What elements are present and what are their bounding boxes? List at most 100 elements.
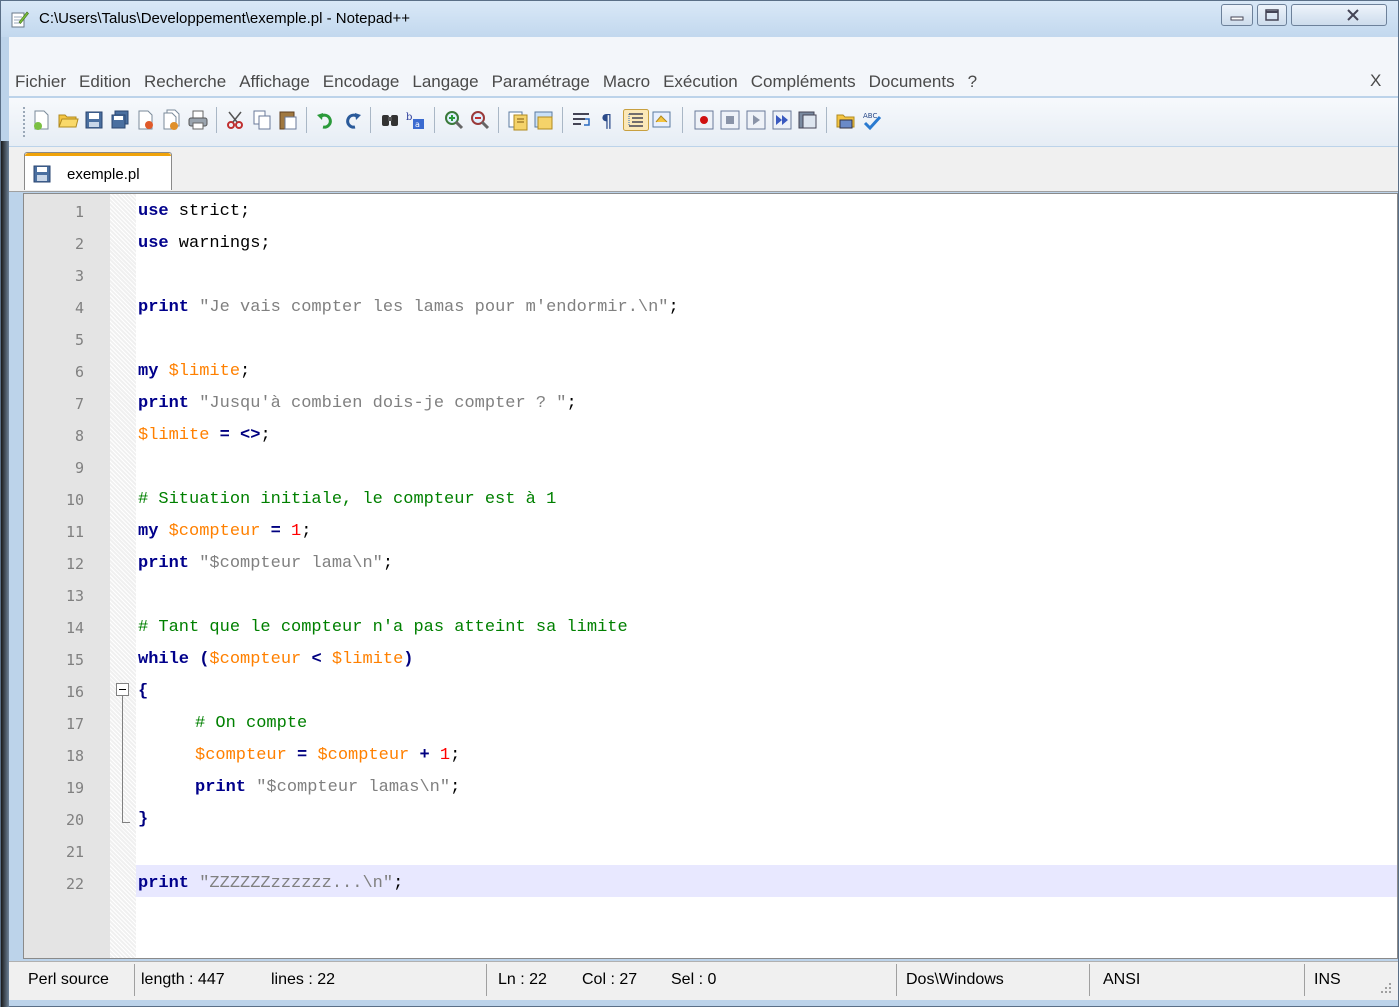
function-list-icon[interactable] [835,109,857,131]
find-icon[interactable] [379,109,401,131]
minimize-button[interactable] [1221,4,1253,26]
menu-affichage[interactable]: Affichage [233,72,317,92]
status-separator [486,964,487,996]
code-line: 4 print "Je vais compter les lamas pour m… [24,293,1397,325]
status-sel: Sel : 0 [671,971,717,988]
status-separator [896,964,897,996]
menu-encodage[interactable]: Encodage [317,72,407,92]
resize-grip-icon[interactable] [1379,981,1393,995]
indent-guide-icon[interactable] [623,109,649,131]
save-macro-icon[interactable] [797,109,819,131]
code-line: 7 print "Jusqu'à combien dois-je compter … [24,389,1397,421]
code-line: 19 print "$compteur lamas\n"; [24,773,1397,805]
window-shadow [1,141,9,1007]
line-number: 2 [74,235,84,253]
line-number: 15 [65,651,84,669]
cut-icon[interactable] [225,109,247,131]
code-line: 22 print "ZZZZZZzzzzzz...\n"; [24,869,1397,901]
menu-langage[interactable]: Langage [406,72,485,92]
save-icon[interactable] [83,109,105,131]
word-wrap-icon[interactable] [571,109,593,131]
print-icon[interactable] [187,109,209,131]
sync-horizontal-icon[interactable] [533,109,555,131]
show-all-chars-icon[interactable]: ¶ [597,109,619,131]
line-number: 6 [74,363,84,381]
line-number: 4 [74,299,84,317]
title-bar[interactable]: C:\Users\Talus\Developpement\exemple.pl … [1,1,1398,37]
menu-recherche[interactable]: Recherche [138,72,233,92]
close-button[interactable] [1291,4,1387,26]
code-line: 15 while ($compteur < $limite) [24,645,1397,677]
record-macro-icon[interactable] [693,109,715,131]
code-editor[interactable]: 1 use strict; 2 use warnings; 3 4 print "Je va… [23,193,1398,959]
toolbar-separator [682,107,683,133]
close-all-icon[interactable] [161,109,183,131]
zoom-in-icon[interactable] [443,109,465,131]
toolbar-grip[interactable] [21,105,27,141]
menu-edition[interactable]: Edition [73,72,138,92]
status-length: length : 447 [141,971,225,988]
stop-record-icon[interactable] [719,109,741,131]
code-line: 11 my $compteur = 1; [24,517,1397,549]
save-all-icon[interactable] [109,109,131,131]
menu-execution[interactable]: Exécution [657,72,745,92]
code-text: # On compte [195,714,308,733]
new-file-icon[interactable] [31,109,53,131]
maximize-icon [1265,9,1279,21]
status-ln: Ln : 22 [498,971,547,988]
line-number: 20 [65,811,84,829]
zoom-out-icon[interactable] [469,109,491,131]
status-encoding: ANSI [1103,971,1141,988]
open-file-icon[interactable] [57,109,79,131]
toolbar-separator [216,107,217,133]
status-separator [134,964,135,996]
status-insert-mode: INS [1314,971,1341,988]
line-number: 5 [74,331,84,349]
tab-exemple-pl[interactable]: exemple.pl [24,152,172,190]
replace-icon[interactable]: ba [405,109,427,131]
spell-check-icon[interactable]: ABC [861,109,883,131]
user-lang-icon[interactable] [651,109,673,131]
menu-help[interactable]: ? [962,72,984,92]
maximize-button[interactable] [1257,4,1287,26]
code-line: 21 [24,837,1397,869]
menu-documents[interactable]: Documents [863,72,962,92]
toolbar-separator [498,107,499,133]
copy-icon[interactable] [251,109,273,131]
minimize-icon [1230,16,1244,21]
paste-icon[interactable] [277,109,299,131]
svg-text:a: a [415,120,420,129]
code-text: while ($compteur < $limite) [138,650,414,669]
line-number: 11 [65,523,84,541]
run-macro-multiple-icon[interactable] [771,109,793,131]
menu: Fichier Edition Recherche Affichage Enco… [9,68,984,96]
code-text: { [138,682,149,701]
menu-macro[interactable]: Macro [597,72,657,92]
menu-complements[interactable]: Compléments [745,72,863,92]
line-number: 10 [65,491,84,509]
sync-vertical-icon[interactable] [507,109,529,131]
close-file-icon[interactable] [135,109,157,131]
code-line: 10 # Situation initiale, le compteur est … [24,485,1397,517]
code-text: } [138,810,149,829]
undo-icon[interactable] [315,109,337,131]
tab-label: exemple.pl [67,166,140,183]
toolbar-separator [434,107,435,133]
saved-file-icon [33,165,51,183]
toolbar-separator [562,107,563,133]
menubar-background [9,37,1398,68]
code-line: 20} [24,805,1397,837]
line-number: 21 [65,843,84,861]
notepad-app-icon [11,11,29,28]
code-line: 8 $limite = <>; [24,421,1397,453]
status-separator [1304,964,1305,996]
toolbar-separator [370,107,371,133]
play-macro-icon[interactable] [745,109,767,131]
line-number: 12 [65,555,84,573]
code-line: 13 [24,581,1397,613]
menu-parametrage[interactable]: Paramétrage [486,72,597,92]
redo-icon[interactable] [341,109,363,131]
line-number: 7 [74,395,84,413]
close-document-button[interactable]: X [1370,71,1381,91]
menu-fichier[interactable]: Fichier [9,72,73,92]
